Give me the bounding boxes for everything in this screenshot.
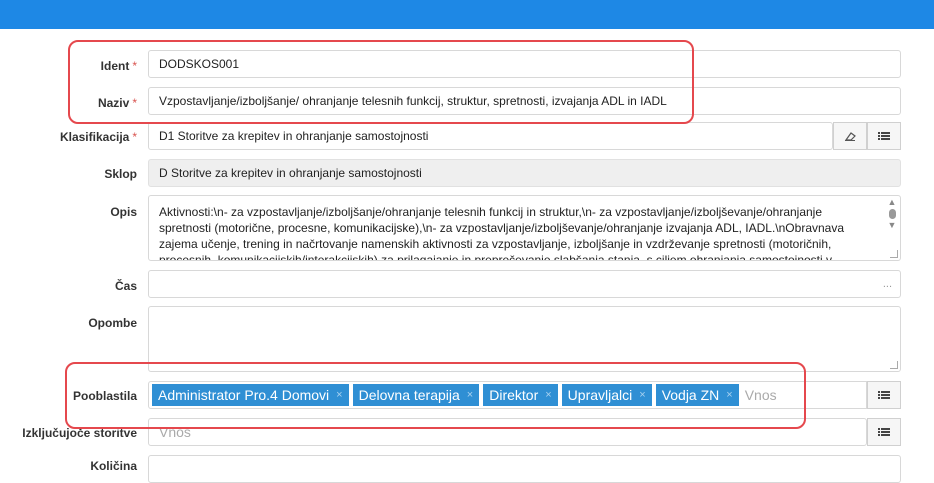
eraser-icon[interactable] (833, 122, 867, 150)
scroll-down-icon[interactable]: ▼ (888, 221, 897, 230)
next-row-label: Količina (90, 459, 137, 473)
opis-text: Aktivnosti:\n- za vzpostavljanje/izboljš… (159, 205, 845, 261)
highlight-ident-naziv (68, 40, 694, 124)
opis-scrollbar[interactable]: ▲ ▼ (886, 198, 898, 258)
ellipsis-icon: ... (882, 278, 892, 290)
opis-textarea[interactable]: Aktivnosti:\n- za vzpostavljanje/izboljš… (148, 195, 901, 261)
list-icon[interactable] (867, 122, 901, 150)
cas-label: Čas (114, 279, 137, 293)
cas-field[interactable]: ... (148, 270, 901, 298)
sklop-field: D Storitve za krepitev in ohranjanje sam… (148, 159, 901, 187)
resize-handle-icon[interactable] (890, 250, 898, 258)
top-bar (0, 0, 934, 29)
scroll-thumb[interactable] (888, 209, 896, 219)
opombe-label: Opombe (88, 316, 137, 330)
sklop-label: Sklop (104, 167, 137, 181)
list-icon[interactable] (867, 418, 901, 446)
klasifikacija-label: Klasifikacija * (59, 130, 137, 144)
klasifikacija-field[interactable]: D1 Storitve za krepitev in ohranjanje sa… (148, 122, 833, 150)
opis-label: Opis (110, 205, 137, 219)
next-row-field[interactable] (148, 455, 901, 483)
list-icon[interactable] (867, 381, 901, 409)
highlight-pooblastila (65, 362, 806, 429)
scroll-up-icon[interactable]: ▲ (888, 198, 897, 207)
resize-handle-icon[interactable] (890, 361, 898, 369)
